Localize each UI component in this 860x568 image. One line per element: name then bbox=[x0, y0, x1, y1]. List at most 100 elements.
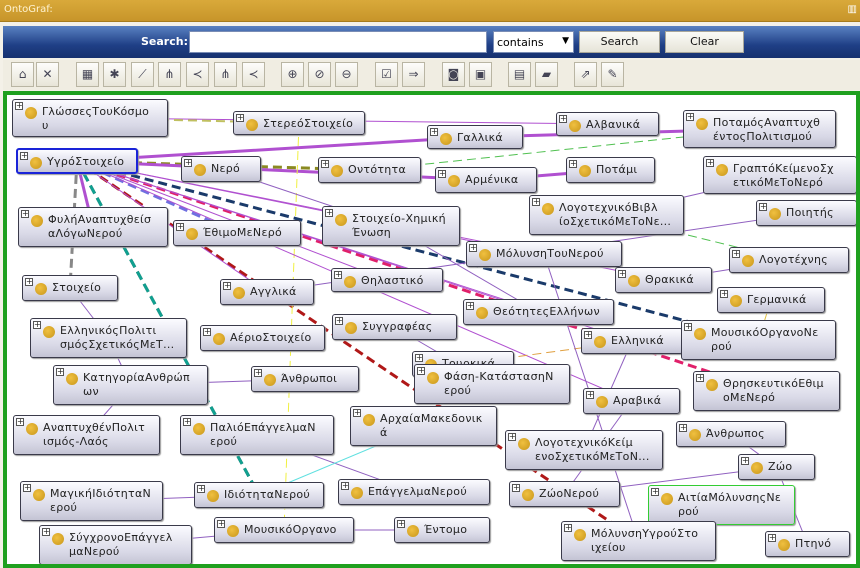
tree-horizontal-icon[interactable]: ≺ bbox=[186, 62, 209, 87]
expand-icon[interactable]: + bbox=[564, 524, 572, 532]
window-menu-icon[interactable]: ▥ bbox=[848, 4, 857, 15]
graph-node[interactable]: + Οντότητα bbox=[318, 157, 421, 183]
expand-icon[interactable]: + bbox=[415, 354, 423, 362]
graph-node[interactable]: + ΈθιμοΜεΝερό bbox=[173, 220, 301, 246]
expand-icon[interactable]: + bbox=[532, 198, 540, 206]
graph-node[interactable]: + Αρμένικα bbox=[435, 167, 537, 193]
clear-button[interactable]: Clear bbox=[665, 31, 744, 53]
graph-node[interactable]: + Ζώο bbox=[738, 454, 815, 480]
snapshot-icon[interactable]: ◙ bbox=[442, 62, 465, 87]
zoom-out-icon[interactable]: ⊖ bbox=[335, 62, 358, 87]
graph-node[interactable]: + Ελληνικά bbox=[581, 328, 683, 354]
graph-node[interactable]: + Λογοτέχνης bbox=[729, 247, 849, 273]
expand-icon[interactable]: + bbox=[15, 102, 23, 110]
expand-icon[interactable]: + bbox=[469, 244, 477, 252]
graph-node[interactable]: + ΑέριοΣτοιχείο bbox=[200, 325, 325, 351]
graph-node[interactable]: + Πτηνό bbox=[765, 531, 850, 557]
graph-node[interactable]: + ΓραπτόΚείμενοΣχ ετικόΜεΤοΝερό bbox=[703, 156, 856, 194]
graph-node[interactable]: + ΦυλήΑναπτυχθείσ αΛόγωΝερού bbox=[18, 207, 168, 247]
expand-icon[interactable]: + bbox=[706, 159, 714, 167]
expand-icon[interactable]: + bbox=[42, 528, 50, 536]
graph-node[interactable]: + Άνθρωποι bbox=[251, 366, 359, 392]
edit-icon[interactable]: ✎ bbox=[601, 62, 624, 87]
expand-icon[interactable]: + bbox=[236, 114, 244, 122]
expand-icon[interactable]: + bbox=[508, 433, 516, 441]
graph-node[interactable]: + ΜόλυνσηΤουΝερού bbox=[466, 241, 622, 267]
expand-icon[interactable]: + bbox=[430, 128, 438, 136]
expand-icon[interactable]: + bbox=[466, 302, 474, 310]
expand-icon[interactable]: + bbox=[321, 160, 329, 168]
expand-icon[interactable]: + bbox=[184, 159, 192, 167]
expand-icon[interactable]: + bbox=[686, 113, 694, 121]
graph-node[interactable]: + Θρακικά bbox=[615, 267, 712, 293]
expand-icon[interactable]: + bbox=[20, 152, 28, 160]
search-input[interactable] bbox=[189, 31, 487, 53]
expand-icon[interactable]: + bbox=[353, 409, 361, 417]
graph-node[interactable]: + ΓλώσσεςΤουΚόσμο υ bbox=[12, 99, 168, 137]
graph-node[interactable]: + ΣτερεόΣτοιχείο bbox=[233, 111, 365, 135]
export-icon[interactable]: ⇗ bbox=[574, 62, 597, 87]
open-icon[interactable]: ▰ bbox=[535, 62, 558, 87]
filter-nodes-icon[interactable]: ☑ bbox=[375, 62, 398, 87]
graph-node[interactable]: + Γερμανικά bbox=[717, 287, 825, 313]
expand-icon[interactable]: + bbox=[417, 367, 425, 375]
expand-icon[interactable]: + bbox=[56, 368, 64, 376]
expand-icon[interactable]: + bbox=[720, 290, 728, 298]
graph-node[interactable]: + ΕλληνικόςΠολιτι σμόςΣχετικόςΜεΤ... bbox=[30, 318, 187, 358]
graph-node[interactable]: + Ποιητής bbox=[756, 200, 856, 226]
graph-node[interactable]: + ΜαγικήΙδιότηταΝ ερού bbox=[20, 481, 163, 521]
expand-icon[interactable]: + bbox=[23, 484, 31, 492]
zoom-reset-icon[interactable]: ⊘ bbox=[308, 62, 331, 87]
grid-layout-icon[interactable]: ▦ bbox=[76, 62, 99, 87]
tree-horizontal-alt-icon[interactable]: ≺ bbox=[242, 62, 265, 87]
expand-icon[interactable]: + bbox=[732, 250, 740, 258]
graph-node[interactable]: + Έντομο bbox=[394, 517, 490, 543]
graph-node[interactable]: + ΠαλιόΕπάγγελμαΝ ερού bbox=[180, 415, 334, 455]
graph-node[interactable]: + ΑιτίαΜόλυνσηςΝε ρού bbox=[648, 485, 795, 525]
expand-icon[interactable]: + bbox=[334, 271, 342, 279]
expand-icon[interactable]: + bbox=[559, 115, 567, 123]
expand-icon[interactable]: + bbox=[335, 317, 343, 325]
graph-node[interactable]: + Γαλλικά bbox=[427, 125, 523, 149]
graph-node[interactable]: + ΛογοτεχνικόΒιβλ ίοΣχετικόΜεΤοΝε... bbox=[529, 195, 684, 235]
expand-icon[interactable]: + bbox=[586, 391, 594, 399]
expand-icon[interactable]: + bbox=[183, 418, 191, 426]
expand-icon[interactable]: + bbox=[651, 488, 659, 496]
search-button[interactable]: Search bbox=[579, 31, 660, 53]
graph-node[interactable]: + ΛογοτεχνικόΚείμ ενοΣχετικόΜεΤοΝ... bbox=[505, 430, 663, 470]
graph-node[interactable]: + ΜουσικόΟργανο bbox=[214, 517, 354, 543]
graph-node[interactable]: + Αραβικά bbox=[583, 388, 680, 414]
graph-node[interactable]: + ΥγρόΣτοιχείο bbox=[16, 148, 138, 174]
expand-icon[interactable]: + bbox=[341, 482, 349, 490]
expand-icon[interactable]: + bbox=[197, 485, 205, 493]
tree-vertical-alt-icon[interactable]: ⋔ bbox=[214, 62, 237, 87]
expand-icon[interactable]: + bbox=[223, 282, 231, 290]
match-mode-select[interactable]: contains ▼ bbox=[493, 31, 574, 53]
graph-node[interactable]: + ΜόλυνσηΥγρούΣτο ιχείου bbox=[561, 521, 716, 561]
expand-icon[interactable]: + bbox=[325, 209, 333, 217]
expand-icon[interactable]: + bbox=[21, 210, 29, 218]
graph-node[interactable]: + ΠοταμόςΑναπτυχθ έντοςΠολιτισμού bbox=[683, 110, 836, 148]
graph-node[interactable]: + Άνθρωπος bbox=[676, 421, 786, 447]
expand-icon[interactable]: + bbox=[768, 534, 776, 542]
graph-node[interactable]: + ΙδιότηταΝερού bbox=[194, 482, 324, 508]
remove-icon[interactable]: ✕ bbox=[36, 62, 59, 87]
graph-node[interactable]: + ΣύγχρονοΕπάγγελ μαΝερού bbox=[39, 525, 192, 564]
graph-node[interactable]: + ΑρχαίαΜακεδονικ ά bbox=[350, 406, 497, 446]
zoom-in-icon[interactable]: ⊕ bbox=[281, 62, 304, 87]
spring-layout-icon[interactable]: ✱ bbox=[103, 62, 126, 87]
expand-icon[interactable]: + bbox=[16, 418, 24, 426]
expand-icon[interactable]: + bbox=[254, 369, 262, 377]
expand-icon[interactable]: + bbox=[696, 374, 704, 382]
tree-vertical-icon[interactable]: ⋔ bbox=[158, 62, 181, 87]
graph-node[interactable]: + ΘεότητεςΕλλήνων bbox=[463, 299, 614, 325]
graph-node[interactable]: + ΑναπτυχθένΠολιτ ισμός-Λαός bbox=[13, 415, 160, 455]
expand-icon[interactable]: + bbox=[217, 520, 225, 528]
save-icon[interactable]: ▤ bbox=[508, 62, 531, 87]
expand-icon[interactable]: + bbox=[33, 321, 41, 329]
graph-node[interactable]: + ΘρησκευτικόΕθιμ οΜεΝερό bbox=[693, 371, 840, 411]
graph-node[interactable]: + ΖώοΝερού bbox=[509, 481, 620, 507]
graph-node[interactable]: + ΚατηγορίαΑνθρώπ ων bbox=[53, 365, 208, 405]
expand-icon[interactable]: + bbox=[512, 484, 520, 492]
graph-node[interactable]: + ΜουσικόΟργανοΝε ρού bbox=[681, 320, 836, 360]
